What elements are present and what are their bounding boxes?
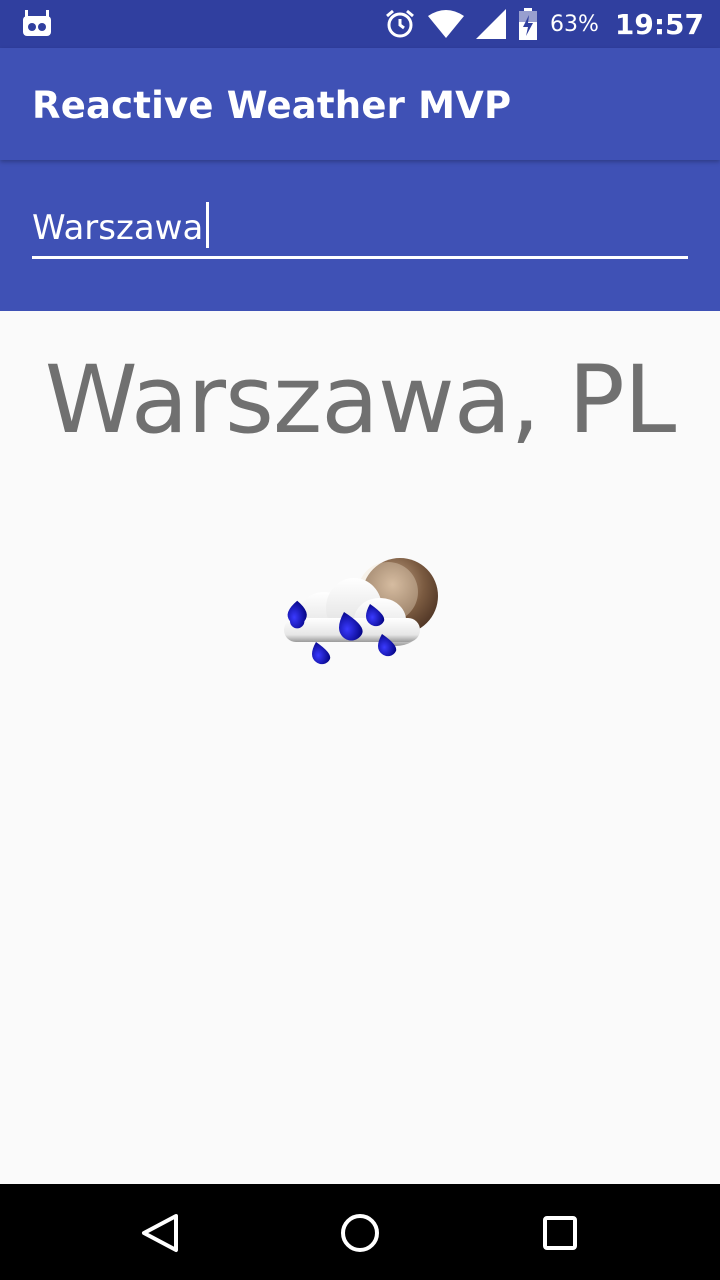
alarm-icon [384, 8, 416, 40]
app-bar: Reactive Weather MVP [0, 48, 720, 160]
clock: 19:57 [614, 7, 704, 41]
battery-percent: 63% [549, 11, 599, 37]
recents-icon[interactable] [535, 1208, 585, 1258]
city-search-input[interactable] [32, 200, 688, 259]
text-cursor [206, 202, 209, 248]
navigation-bar [0, 1184, 720, 1280]
back-icon[interactable] [136, 1208, 186, 1258]
status-bar: 63% 19:57 [0, 0, 720, 48]
app-title: Reactive Weather MVP [32, 84, 512, 127]
signal-icon [475, 9, 506, 39]
android-debug-icon [22, 10, 52, 38]
home-icon[interactable] [335, 1208, 385, 1258]
rain-cloud-with-moon-icon [278, 552, 442, 676]
city-title: Warszawa, PL [44, 346, 676, 455]
battery-charging-icon [518, 8, 538, 40]
search-panel [0, 160, 720, 311]
wifi-icon [427, 10, 464, 38]
